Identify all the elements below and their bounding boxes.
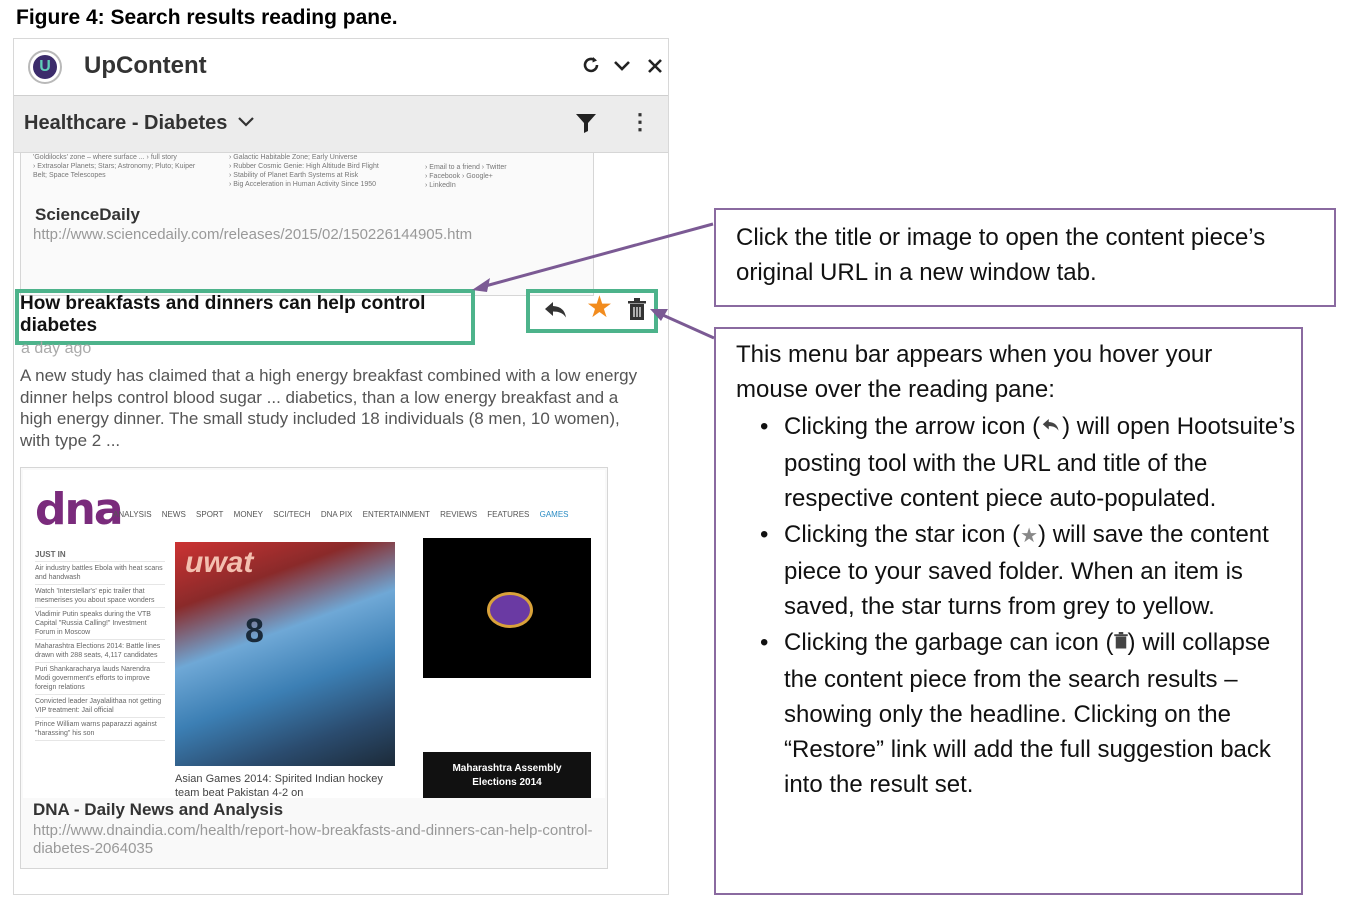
dna-side-item: Convicted leader Jayalalithaa not gettin… (35, 695, 165, 718)
dna-nav-item: DNA PIX (320, 510, 353, 519)
card-source: DNA - Daily News and Analysis (33, 800, 284, 819)
card-url[interactable]: http://www.sciencedaily.com/releases/201… (33, 226, 472, 243)
star-icon: ★ (1020, 525, 1039, 547)
dna-nav-item: REVIEWS (440, 510, 478, 519)
upcontent-logo: U (28, 50, 62, 84)
dna-side-item: Prince William warns paparazzi against "… (35, 718, 165, 741)
dna-side-heading: JUST IN (35, 548, 165, 562)
card-thumbnail[interactable]: 'Goldilocks' zone – where surface ... › … (33, 153, 605, 199)
logo-letter: U (33, 55, 57, 79)
dna-nav-bar: ANALYSIS NEWS SPORT MONEY SCI/TECH DNA P… (113, 510, 577, 519)
dna-nav-item: NEWS (161, 510, 186, 519)
result-card-dna[interactable]: dna ANALYSIS NEWS SPORT MONEY SCI/TECH D… (20, 467, 608, 869)
snippet-line: › Rubber Cosmic Genie: High Altitude Bir… (229, 163, 379, 170)
dna-side-item: Watch 'Interstellar's' epic trailer that… (35, 585, 165, 608)
bullet-star: • Clicking the star icon (★) will save th… (760, 521, 1269, 620)
trash-icon[interactable] (628, 298, 646, 329)
dna-election-ad: Maharashtra Assembly Elections 2014 (423, 752, 591, 798)
dna-nav-item: GAMES (539, 510, 569, 519)
close-icon[interactable] (646, 54, 664, 81)
stream-dropdown-chevron-icon[interactable] (236, 110, 256, 138)
title-callout: Click the title or image to open the con… (714, 208, 1336, 307)
dna-nav-item: ENTERTAINMENT (362, 510, 430, 519)
hover-menu-bar: ★ (526, 289, 658, 333)
result-card-sciencedaily[interactable]: 'Goldilocks' zone – where surface ... › … (20, 153, 594, 296)
dna-side-item: Puri Shankaracharya lauds Narendra Modi … (35, 663, 165, 695)
refresh-icon[interactable] (580, 54, 602, 81)
dna-photo-number: 8 (245, 612, 264, 650)
bullet-arrow: • Clicking the arrow icon () will open Ho… (760, 413, 1296, 512)
snippet-line: › Facebook › Google+ (425, 173, 493, 180)
dna-side-item: Maharashtra Elections 2014: Battle lines… (35, 640, 165, 663)
collapse-chevron-icon[interactable] (612, 54, 632, 81)
bullet-text: Clicking the arrow icon ( (784, 413, 1041, 440)
dna-just-in-list: JUST IN Air industry battles Ebola with … (35, 548, 165, 741)
stream-title[interactable]: Healthcare - Diabetes (24, 112, 227, 135)
menu-callout-intro: This menu bar appears when you hover you… (736, 341, 1213, 403)
dna-nav-item: MONEY (233, 510, 264, 519)
mask-icon (487, 592, 533, 628)
snippet-line: › Galactic Habitable Zone; Early Univers… (229, 154, 358, 161)
dna-nav-item: ANALYSIS (113, 510, 152, 519)
bullet-trash: • Clicking the garbage can icon () will c… (760, 629, 1271, 798)
dna-nav-item: SCI/TECH (273, 510, 311, 519)
article-image[interactable]: dna ANALYSIS NEWS SPORT MONEY SCI/TECH D… (23, 470, 605, 798)
stream-bar: Healthcare - Diabetes ⋮ (14, 96, 668, 153)
snippet-line: Belt; Space Telescopes (33, 172, 106, 179)
reply-arrow-icon[interactable] (542, 298, 570, 329)
snippet-line: › Email to a friend › Twitter (425, 164, 507, 171)
menu-callout-list: • Clicking the arrow icon () will open Ho… (736, 409, 1296, 803)
dna-side-item: Vladimir Putin speaks during the VTB Cap… (35, 608, 165, 640)
article-headline[interactable]: How breakfasts and dinners can help cont… (20, 293, 468, 337)
card-url[interactable]: http://www.dnaindia.com/health/report-ho… (33, 822, 593, 858)
figure-title: Figure 4: Search results reading pane. (16, 6, 398, 29)
dna-nav-item: FEATURES (487, 510, 530, 519)
snippet-line: › Stability of Planet Earth Systems at R… (229, 172, 359, 179)
app-name: UpContent (84, 52, 207, 79)
card-source: ScienceDaily (35, 205, 140, 224)
reading-pane: U UpContent Healthcare - Diabetes ⋮ 'Gol… (13, 38, 669, 895)
menu-callout: This menu bar appears when you hover you… (714, 327, 1303, 895)
dna-logo: dna (35, 484, 124, 535)
bullet-text: Clicking the garbage can icon ( (784, 629, 1114, 656)
bullet-text: Clicking the star icon ( (784, 521, 1021, 548)
snippet-line: › Big Acceleration in Human Activity Sin… (229, 181, 377, 188)
more-options-icon[interactable]: ⋮ (629, 109, 651, 135)
dna-ad-line: Maharashtra Assembly (452, 763, 562, 774)
snippet-line: › LinkedIn (425, 182, 456, 189)
trash-icon (1113, 632, 1128, 655)
snippet-line: › Extrasolar Planets; Stars; Astronomy; … (33, 163, 196, 170)
dna-side-item: Air industry battles Ebola with heat sca… (35, 562, 165, 585)
reply-arrow-icon (1040, 417, 1062, 439)
dna-nav-item: SPORT (196, 510, 224, 519)
dna-hockey-photo: uwat 8 (175, 542, 395, 766)
dna-video-thumbnail (423, 538, 591, 678)
dna-photo-text: uwat (185, 546, 254, 579)
app-header: U UpContent (14, 39, 668, 96)
article-summary: A new study has claimed that a high ener… (20, 366, 638, 450)
dna-ad-line: Elections 2014 (472, 777, 542, 788)
snippet-line: 'Goldilocks' zone – where surface ... › … (33, 154, 177, 161)
article-timestamp: a day ago (21, 340, 92, 357)
star-icon[interactable]: ★ (586, 293, 613, 323)
title-callout-text: Click the title or image to open the con… (736, 224, 1266, 286)
filter-icon[interactable] (574, 111, 598, 140)
dna-photo-caption: Asian Games 2014: Spirited Indian hockey… (175, 773, 383, 798)
